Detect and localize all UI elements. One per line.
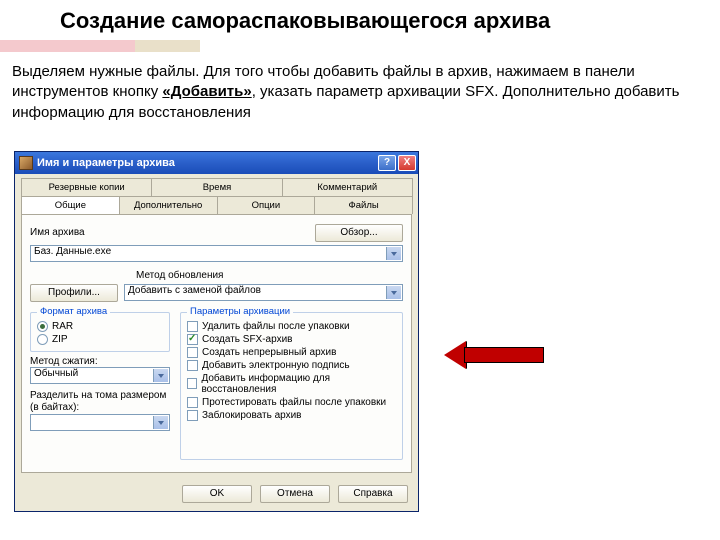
radio-zip[interactable]: ZIP [37,334,163,345]
help-button[interactable]: ? [378,155,396,171]
browse-button[interactable]: Обзор... [315,224,403,242]
slide-title: Создание самораспаковывающегося архива [0,0,720,40]
tab-options[interactable]: Опции [217,196,316,214]
archive-name-label: Имя архива [30,227,309,238]
compression-label: Метод сжатия: [30,356,170,367]
tab-time[interactable]: Время [151,178,282,196]
radio-icon [37,321,48,332]
tabs-row-bottom: Общие Дополнительно Опции Файлы [15,196,418,214]
check-solid[interactable]: Создать непрерывный архив [187,347,396,358]
update-method-label: Метод обновления [136,270,223,281]
check-lock[interactable]: Заблокировать архив [187,410,396,421]
format-group-title: Формат архива [37,306,110,317]
app-icon [19,156,33,170]
checkbox-icon [187,410,198,421]
radio-icon [37,334,48,345]
close-button[interactable]: X [398,155,416,171]
checkbox-icon [187,334,198,345]
checkbox-icon [187,347,198,358]
titlebar[interactable]: Имя и параметры архива ? X [15,152,418,174]
archive-name-input[interactable]: Баз. Данные.exe [30,245,403,262]
tab-panel: Имя архива Обзор... Баз. Данные.exe Мето… [21,214,412,473]
radio-rar[interactable]: RAR [37,321,163,332]
checkbox-icon [187,321,198,332]
check-test[interactable]: Протестировать файлы после упаковки [187,397,396,408]
checkbox-icon [187,397,198,408]
update-method-select[interactable]: Добавить с заменой файлов [124,284,403,301]
split-input[interactable] [30,414,170,431]
check-sfx[interactable]: Создать SFX-архив [187,334,396,345]
window-title: Имя и параметры архива [37,157,376,169]
tabs-row-top: Резервные копии Время Комментарий [15,174,418,196]
checkbox-icon [187,360,198,371]
tab-files[interactable]: Файлы [314,196,413,214]
compression-select[interactable]: Обычный [30,367,170,384]
help-bottom-button[interactable]: Справка [338,485,408,503]
archive-dialog: Имя и параметры архива ? X Резервные коп… [14,151,419,512]
slide-description: Выделяем нужные файлы. Для того чтобы до… [0,60,720,131]
deco-bar [0,40,720,52]
tab-backup[interactable]: Резервные копии [21,178,152,196]
check-recovery[interactable]: Добавить информацию для восстановления [187,373,396,395]
ok-button[interactable]: OK [182,485,252,503]
format-group: Формат архива RAR ZIP [30,312,170,352]
tab-comment[interactable]: Комментарий [282,178,413,196]
checkbox-icon [187,378,197,389]
cancel-button[interactable]: Отмена [260,485,330,503]
check-delete-after[interactable]: Удалить файлы после упаковки [187,321,396,332]
split-label: Разделить на тома размером (в байтах): [30,390,170,414]
profiles-button[interactable]: Профили... [30,284,118,302]
dialog-buttons: OK Отмена Справка [15,479,418,511]
params-group-title: Параметры архивации [187,306,293,317]
check-signature[interactable]: Добавить электронную подпись [187,360,396,371]
tab-general[interactable]: Общие [21,196,120,214]
params-group: Параметры архивации Удалить файлы после … [180,312,403,460]
tab-advanced[interactable]: Дополнительно [119,196,218,214]
callout-arrow [444,341,544,369]
